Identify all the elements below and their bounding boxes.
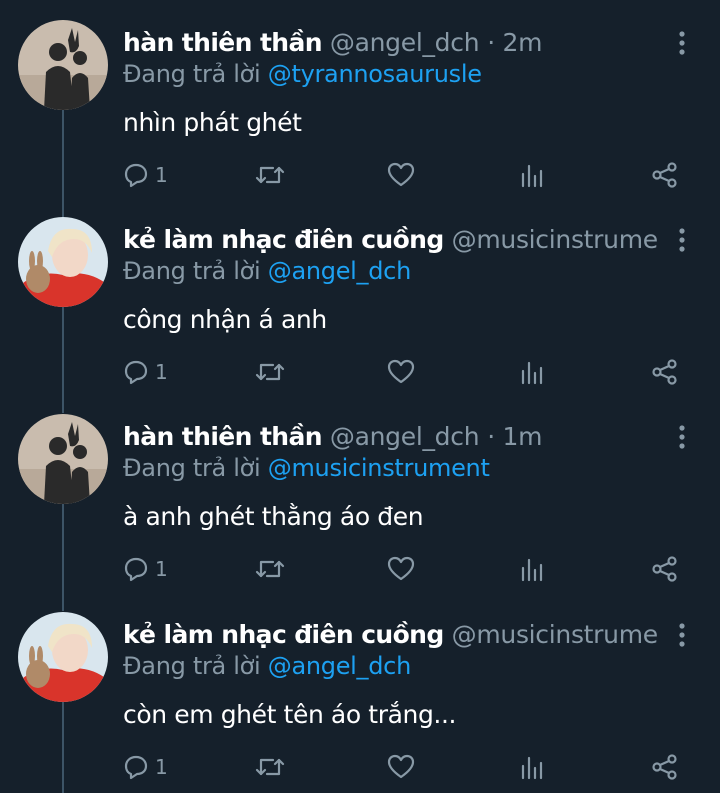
reply-mention-link[interactable]: @angel_dch (268, 257, 412, 285)
analytics-button[interactable] (519, 554, 545, 584)
retweet-icon (255, 560, 285, 578)
like-button[interactable] (387, 554, 415, 584)
avatar[interactable] (18, 612, 108, 702)
tweet-actions: 1 (123, 752, 683, 782)
share-button[interactable] (651, 554, 679, 584)
user-handle[interactable]: @angel_dch (330, 28, 480, 57)
avatar[interactable] (18, 217, 108, 307)
timestamp[interactable]: · 2m (487, 28, 542, 57)
tweet-header: kẻ làm nhạc điên cuồng @musicinstrument … (123, 223, 660, 257)
replying-to-label: Đang trả lời (123, 454, 261, 482)
reply-mention-link[interactable]: @tyrannosaurusle (268, 60, 482, 88)
reply-icon (124, 557, 148, 582)
tweet-actions: 1 (123, 357, 683, 387)
analytics-icon (521, 558, 543, 582)
retweet-button[interactable] (255, 160, 285, 190)
analytics-button[interactable] (519, 357, 545, 387)
share-icon (652, 359, 677, 385)
reply-count: 1 (155, 163, 168, 187)
tweet[interactable]: kẻ làm nhạc điên cuồng @musicinstrument … (0, 197, 720, 394)
analytics-icon (521, 361, 543, 385)
timestamp[interactable]: · 1m (487, 422, 542, 451)
reply-icon (124, 755, 148, 780)
retweet-button[interactable] (255, 752, 285, 782)
more-icon[interactable] (672, 30, 692, 56)
like-icon (387, 754, 415, 779)
like-icon (387, 162, 415, 187)
display-name[interactable]: hàn thiên thần (123, 422, 323, 451)
display-name[interactable]: kẻ làm nhạc điên cuồng (123, 620, 444, 649)
share-button[interactable] (651, 357, 679, 387)
reply-button[interactable]: 1 (123, 160, 168, 190)
more-icon[interactable] (672, 424, 692, 450)
share-icon (652, 556, 677, 582)
share-icon (652, 754, 677, 780)
tweet-actions: 1 (123, 160, 683, 190)
user-handle[interactable]: @musicinstrument ... (452, 225, 660, 254)
replying-to: Đang trả lời @angel_dch (123, 255, 411, 287)
replying-to: Đang trả lời @musicinstrument (123, 452, 490, 484)
reply-count: 1 (155, 360, 168, 384)
tweet-header: kẻ làm nhạc điên cuồng @musicinstrument … (123, 618, 660, 652)
more-icon[interactable] (672, 227, 692, 253)
retweet-button[interactable] (255, 357, 285, 387)
display-name[interactable]: kẻ làm nhạc điên cuồng (123, 225, 444, 254)
analytics-icon (521, 164, 543, 188)
tweet-text: à anh ghét thằng áo đen (123, 502, 424, 531)
share-icon (652, 162, 677, 188)
reply-count: 1 (155, 755, 168, 779)
tweet-header: hàn thiên thần @angel_dch · 1m (123, 420, 660, 454)
analytics-button[interactable] (519, 752, 545, 782)
avatar[interactable] (18, 414, 108, 504)
reply-count: 1 (155, 557, 168, 581)
reply-mention-link[interactable]: @musicinstrument (268, 454, 490, 482)
reply-icon (124, 360, 148, 385)
replying-to: Đang trả lời @angel_dch (123, 650, 411, 682)
retweet-button[interactable] (255, 554, 285, 584)
share-button[interactable] (651, 160, 679, 190)
tweet[interactable]: hàn thiên thần @angel_dch · 1m Đang trả … (0, 394, 720, 591)
tweet-header: hàn thiên thần @angel_dch · 2m (123, 26, 660, 60)
user-handle[interactable]: @angel_dch (330, 422, 480, 451)
user-handle[interactable]: @musicinstrument ... (452, 620, 660, 649)
more-icon[interactable] (672, 622, 692, 648)
tweet[interactable]: kẻ làm nhạc điên cuồng @musicinstrument … (0, 592, 720, 789)
tweet-text: nhìn phát ghét (123, 108, 302, 137)
like-button[interactable] (387, 160, 415, 190)
reply-button[interactable]: 1 (123, 554, 168, 584)
tweet[interactable]: hàn thiên thần @angel_dch · 2m Đang trả … (0, 0, 720, 197)
reply-icon (124, 163, 148, 188)
display-name[interactable]: hàn thiên thần (123, 28, 323, 57)
reply-button[interactable]: 1 (123, 357, 168, 387)
like-icon (387, 556, 415, 581)
avatar[interactable] (18, 20, 108, 110)
tweet-actions: 1 (123, 554, 683, 584)
retweet-icon (255, 758, 285, 776)
reply-button[interactable]: 1 (123, 752, 168, 782)
replying-to-label: Đang trả lời (123, 257, 261, 285)
replying-to-label: Đang trả lời (123, 60, 261, 88)
analytics-icon (521, 756, 543, 780)
tweet-text: còn em ghét tên áo trắng... (123, 700, 457, 729)
replying-to: Đang trả lời @tyrannosaurusle (123, 58, 482, 90)
analytics-button[interactable] (519, 160, 545, 190)
like-button[interactable] (387, 357, 415, 387)
retweet-icon (255, 166, 285, 184)
replying-to-label: Đang trả lời (123, 652, 261, 680)
retweet-icon (255, 363, 285, 381)
tweet-text: công nhận á anh (123, 305, 327, 334)
like-icon (387, 359, 415, 384)
like-button[interactable] (387, 752, 415, 782)
share-button[interactable] (651, 752, 679, 782)
reply-mention-link[interactable]: @angel_dch (268, 652, 412, 680)
